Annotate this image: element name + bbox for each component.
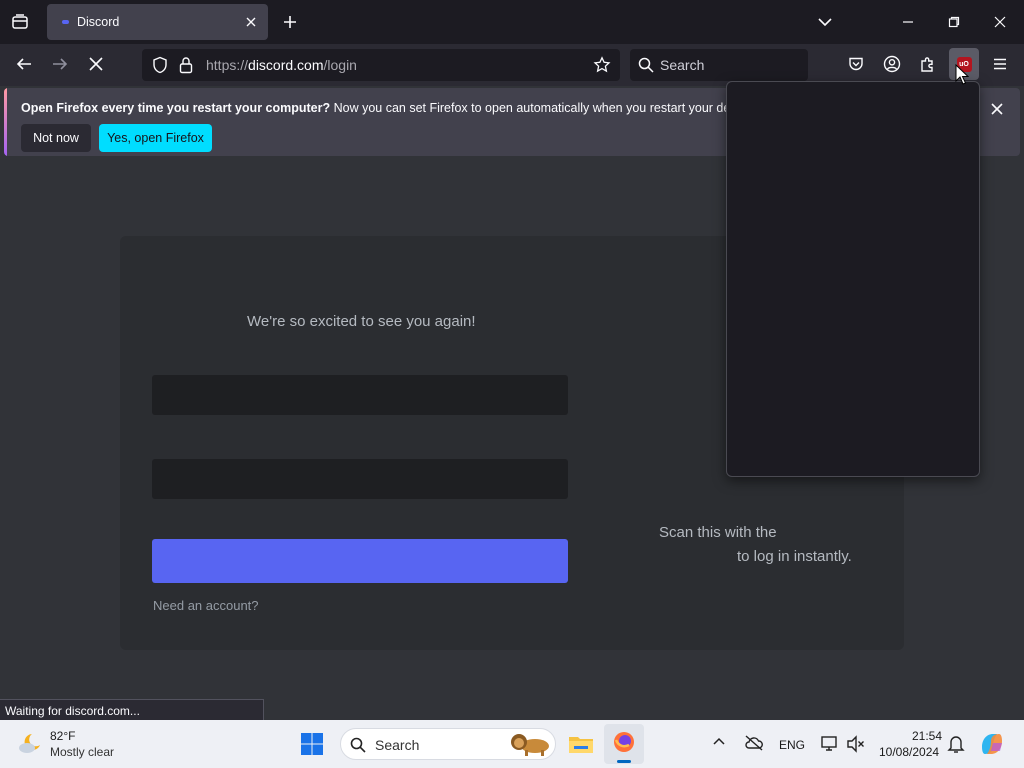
tab-strip: Discord: [0, 0, 1024, 44]
bookmark-star-icon[interactable]: [593, 56, 611, 74]
firefox-taskbar-button[interactable]: [604, 724, 644, 764]
status-panel: Waiting for discord.com...: [0, 699, 264, 721]
tab-close-button[interactable]: [241, 12, 261, 32]
search-icon: [350, 737, 366, 753]
url-scheme: https://: [206, 57, 249, 73]
notifications-button[interactable]: [947, 734, 967, 754]
yes-open-firefox-button[interactable]: Yes, open Firefox: [99, 124, 212, 152]
close-icon: [246, 17, 256, 27]
extensions-button[interactable]: [916, 52, 940, 76]
status-text: Waiting for discord.com...: [5, 704, 140, 718]
forward-button[interactable]: [48, 52, 72, 76]
password-field[interactable]: [152, 459, 568, 499]
stop-loading-button[interactable]: [84, 52, 108, 76]
search-placeholder: Search: [660, 57, 705, 73]
url-text: https://discord.com/login: [206, 57, 357, 73]
search-bar[interactable]: Search: [630, 49, 808, 81]
app-menu-button[interactable]: [988, 52, 1012, 76]
network-button[interactable]: [820, 734, 840, 754]
cloud-offline-icon: [745, 735, 763, 751]
navigation-toolbar: https://discord.com/login Search uO: [0, 44, 1024, 86]
minimize-icon: [903, 21, 913, 23]
not-now-button[interactable]: Not now: [21, 124, 91, 152]
lock-icon: [179, 57, 193, 74]
new-tab-button[interactable]: [278, 10, 302, 34]
onedrive-button[interactable]: [744, 734, 766, 754]
taskbar-search-label: Search: [375, 737, 420, 753]
notification-accent-stripe: [4, 88, 7, 156]
windows-logo-icon: [301, 733, 323, 755]
extension-popup-panel[interactable]: [726, 81, 980, 477]
qr-instructions-line2: to log in instantly.: [737, 548, 852, 565]
tracking-protection-shield-icon: [153, 56, 167, 74]
notification-close-button[interactable]: [986, 98, 1008, 120]
moon-cloud-icon: [19, 734, 40, 753]
tab-title: Discord: [77, 15, 120, 29]
lion-search-highlight-icon: [511, 734, 549, 756]
puzzle-piece-icon: [921, 57, 933, 72]
bell-icon: [947, 736, 965, 753]
start-button[interactable]: [300, 732, 326, 756]
speaker-muted-icon: [847, 735, 864, 753]
need-account-text: Need an account?: [153, 598, 259, 613]
chevron-down-icon: [818, 18, 832, 27]
close-window-button[interactable]: [988, 10, 1012, 34]
login-subtitle: We're so excited to see you again!: [247, 313, 476, 330]
account-button[interactable]: [880, 52, 904, 76]
network-monitor-icon: [821, 736, 837, 751]
search-icon: [638, 57, 654, 73]
url-path: /login: [323, 57, 357, 73]
minimize-button[interactable]: [896, 10, 920, 34]
active-indicator: [617, 760, 631, 763]
url-bar[interactable]: https://discord.com/login: [142, 49, 620, 81]
chevron-up-icon: [713, 737, 725, 745]
weather-description: Mostly clear: [50, 745, 115, 759]
firefox-logo-icon: [614, 732, 634, 752]
tab-discord[interactable]: Discord: [47, 4, 268, 40]
email-field[interactable]: [152, 375, 568, 415]
qr-instructions-line1: Scan this with the: [659, 524, 777, 541]
volume-button[interactable]: [846, 734, 866, 754]
list-all-tabs-button[interactable]: [813, 10, 837, 34]
taskbar: 82°F Mostly clear Search ENG 21:54 10/08…: [0, 720, 1024, 768]
folder-icon: [569, 737, 593, 753]
url-host: discord.com: [248, 57, 324, 73]
login-button[interactable]: [152, 539, 568, 583]
notification-message: Open Firefox every time you restart your…: [21, 101, 756, 115]
restore-icon: [948, 16, 960, 28]
copilot-logo-icon: [982, 734, 1002, 754]
arrow-right-icon: [53, 58, 68, 70]
back-button[interactable]: [12, 52, 36, 76]
stop-icon: [89, 57, 103, 71]
show-hidden-icons-button[interactable]: [712, 736, 730, 752]
close-icon: [994, 16, 1006, 28]
firefox-view-icon: [12, 14, 28, 29]
weather-temperature: 82°F: [50, 729, 76, 743]
account-icon: [883, 55, 901, 73]
notification-title: Open Firefox every time you restart your…: [21, 101, 331, 115]
pocket-icon: [849, 57, 863, 71]
restore-button[interactable]: [942, 10, 966, 34]
language-indicator[interactable]: ENG: [779, 738, 805, 752]
hamburger-menu-icon: [994, 58, 1006, 70]
pocket-button[interactable]: [844, 52, 868, 76]
arrow-left-icon: [16, 58, 31, 70]
mouse-pointer-icon: [955, 64, 969, 85]
close-icon: [991, 103, 1003, 115]
file-explorer-button[interactable]: [566, 729, 596, 759]
plus-icon: [284, 16, 296, 28]
clock-time: 21:54: [912, 729, 943, 743]
copilot-button[interactable]: [979, 731, 1005, 757]
discord-favicon-icon: [62, 20, 69, 24]
taskbar-search-box[interactable]: Search: [340, 728, 556, 760]
notification-body: Now you can set Firefox to open automati…: [330, 101, 757, 115]
clock-date: 10/08/2024: [879, 745, 940, 759]
tab-list-button[interactable]: [8, 10, 32, 34]
